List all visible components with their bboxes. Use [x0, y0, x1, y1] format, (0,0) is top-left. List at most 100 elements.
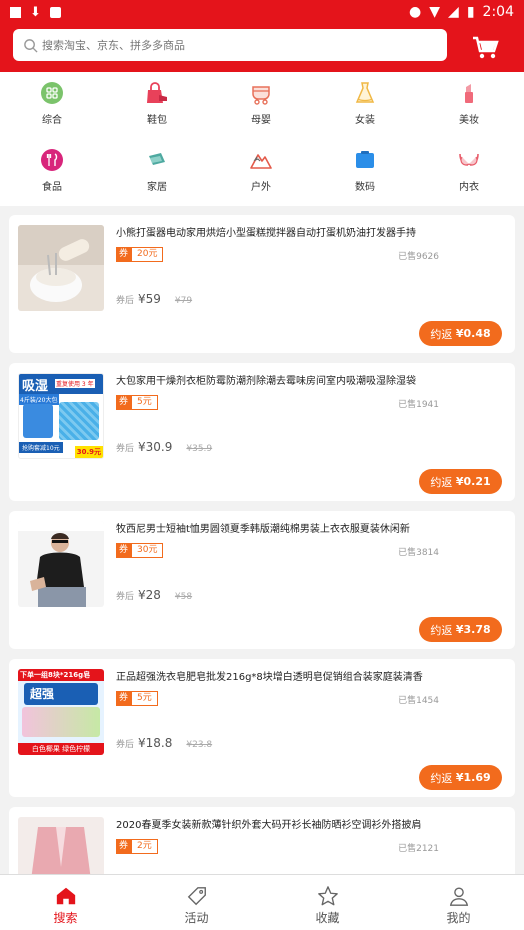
thumb-price-tag: 30.9元 — [74, 446, 103, 458]
rebate-button[interactable]: 约返 ¥1.69 — [419, 765, 502, 790]
product-title[interactable]: 牧西尼男士短袖t恤男圆领夏季韩版潮纯棉男装上衣衣服夏装休闲新 — [116, 520, 506, 535]
bag-icon — [147, 82, 167, 103]
app-header — [0, 24, 524, 72]
coupon-amount: 30元 — [131, 543, 164, 558]
category-item-digital[interactable]: 数码 — [325, 148, 405, 193]
product-title[interactable]: 正品超强洗衣皂肥皂批发216g*8块增白透明皂促销组合装家庭装清香 — [116, 668, 506, 683]
mountain-icon — [250, 154, 272, 169]
user-icon — [449, 887, 468, 906]
category-label: 数码 — [355, 182, 375, 193]
product-card[interactable]: 小熊打蛋器电动家用烘焙小型蛋糕搅拌器自动打蛋机奶油打发器手持 券 20元 已售9… — [9, 215, 515, 353]
rebate-amount: ¥3.78 — [455, 623, 491, 636]
dress-icon — [355, 82, 375, 103]
rebate-label: 约返 — [430, 771, 453, 785]
status-bar: ⬇ ● ▼ ◢ ▮ 2:04 — [0, 0, 524, 24]
category-item-beauty[interactable]: 美妆 — [429, 81, 509, 126]
coupon-amount: 5元 — [131, 691, 158, 706]
category-label: 内衣 — [459, 182, 479, 193]
category-item-general[interactable]: 综合 — [12, 81, 92, 126]
nav-label: 活动 — [184, 911, 209, 925]
rebate-label: 约返 — [430, 327, 453, 341]
product-title[interactable]: 大包家用干燥剂衣柜防霉防潮剂除潮去霉味房间室内吸潮吸湿除湿袋 — [116, 372, 506, 387]
category-item-shoes-bags[interactable]: 鞋包 — [117, 81, 197, 126]
device-icon — [356, 151, 374, 168]
search-bar[interactable] — [13, 29, 447, 61]
original-price: ¥58 — [174, 592, 193, 602]
category-item-underwear[interactable]: 内衣 — [429, 148, 509, 193]
coupon-price: ¥28 — [138, 588, 161, 602]
product-image[interactable]: 吸湿 重复使用 3 年 4斤装/20大包 抢购套减10元 30.9元 — [18, 373, 104, 459]
coupon-badge: 券 20元 — [116, 247, 164, 262]
category-label: 美妆 — [459, 115, 479, 126]
original-price: ¥35.9 — [186, 444, 213, 454]
coupon-label: 券 — [116, 395, 131, 410]
rebate-label: 约返 — [430, 475, 453, 489]
stroller-icon — [252, 86, 270, 105]
nav-label: 我的 — [446, 911, 471, 925]
price-row: 券后 ¥59 ¥79 — [116, 292, 192, 306]
price-prefix: 券后 — [116, 296, 135, 306]
thumb-tagline: 重复使用 3 年 — [55, 379, 95, 388]
category-label: 食品 — [42, 182, 62, 193]
rebate-button[interactable]: 约返 ¥0.48 — [419, 321, 502, 346]
coupon-price: ¥18.8 — [138, 736, 173, 750]
location-icon: ● — [409, 4, 422, 20]
search-input[interactable] — [42, 38, 422, 52]
category-item-womens[interactable]: 女装 — [325, 81, 405, 126]
thumb-promo-banner: 下单一组8块*216g皂 — [18, 669, 104, 681]
sold-count: 已售2121 — [398, 844, 439, 854]
product-card[interactable]: 吸湿 重复使用 3 年 4斤装/20大包 抢购套减10元 30.9元 大包家用干… — [9, 363, 515, 501]
cart-icon[interactable] — [472, 36, 500, 60]
category-item-food[interactable]: 食品 — [12, 148, 92, 193]
product-card[interactable]: 下单一组8块*216g皂 超强 白色椰果 绿色柠檬 正品超强洗衣皂肥皂批发216… — [9, 659, 515, 797]
price-row: 券后 ¥28 ¥58 — [116, 588, 192, 602]
coupon-badge: 券 5元 — [116, 691, 158, 706]
grid-icon — [41, 82, 63, 104]
nav-item-profile[interactable]: 我的 — [393, 875, 524, 930]
nav-item-search[interactable]: 搜索 — [0, 875, 131, 930]
product-image[interactable]: 下单一组8块*216g皂 超强 白色椰果 绿色柠檬 — [18, 669, 104, 755]
product-image[interactable] — [18, 521, 104, 607]
coupon-amount: 2元 — [131, 839, 158, 854]
price-row: 券后 ¥18.8 ¥23.8 — [116, 736, 212, 750]
nav-item-favorites[interactable]: 收藏 — [262, 875, 393, 930]
wifi-icon: ▼ — [429, 4, 441, 20]
coupon-amount: 5元 — [131, 395, 158, 410]
category-item-home[interactable]: 家居 — [117, 148, 197, 193]
product-image[interactable] — [18, 225, 104, 311]
home-icon — [56, 887, 75, 905]
product-title[interactable]: 2020春夏季女装新款薄针织外套大码开衫长袖防晒衫空调衫外搭披肩 — [116, 816, 506, 831]
bottom-nav: 搜索 活动 收藏 我的 — [0, 874, 524, 930]
sold-count: 已售9626 — [398, 252, 439, 262]
thumb-headline: 吸湿 — [22, 379, 49, 394]
clock-text: 2:04 — [482, 4, 514, 20]
coupon-price: ¥30.9 — [138, 440, 173, 454]
category-label: 家居 — [147, 182, 167, 193]
category-label: 户外 — [251, 182, 271, 193]
coupon-badge: 券 30元 — [116, 543, 164, 558]
search-icon — [24, 38, 38, 53]
download-icon: ⬇ — [30, 4, 41, 20]
coupon-label: 券 — [116, 839, 131, 854]
original-price: ¥79 — [174, 296, 193, 306]
bra-icon — [459, 153, 479, 166]
product-title[interactable]: 小熊打蛋器电动家用烘焙小型蛋糕搅拌器自动打蛋机奶油打发器手持 — [116, 224, 506, 239]
sold-count: 已售1454 — [398, 696, 439, 706]
rebate-label: 约返 — [430, 623, 453, 637]
sold-count: 已售1941 — [398, 400, 439, 410]
category-item-outdoor[interactable]: 户外 — [221, 148, 301, 193]
rebate-button[interactable]: 约返 ¥3.78 — [419, 617, 502, 642]
lipstick-icon — [465, 84, 473, 103]
rebate-button[interactable]: 约返 ¥0.21 — [419, 469, 502, 494]
product-card[interactable]: 牧西尼男士短袖t恤男圆领夏季韩版潮纯棉男装上衣衣服夏装休闲新 券 30元 已售3… — [9, 511, 515, 649]
price-prefix: 券后 — [116, 444, 135, 454]
nav-label: 搜索 — [53, 911, 78, 925]
coupon-label: 券 — [116, 543, 131, 558]
category-item-baby[interactable]: 母婴 — [221, 81, 301, 126]
nav-item-activity[interactable]: 活动 — [131, 875, 262, 930]
price-prefix: 券后 — [116, 592, 135, 602]
coupon-badge: 券 5元 — [116, 395, 158, 410]
rebate-amount: ¥0.48 — [455, 327, 491, 340]
category-label: 母婴 — [251, 115, 271, 126]
sofa-icon — [149, 153, 165, 165]
